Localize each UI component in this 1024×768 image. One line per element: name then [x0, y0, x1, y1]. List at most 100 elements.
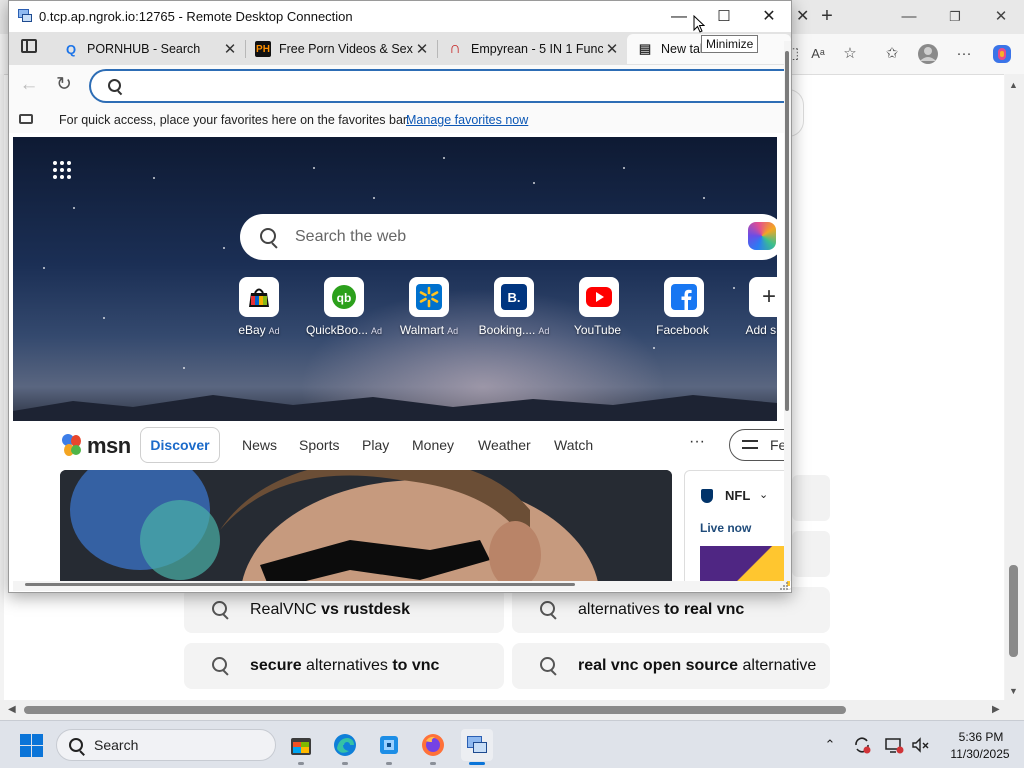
- nav-weather[interactable]: Weather: [478, 437, 531, 453]
- quick-link-ebay[interactable]: eBay Ad: [219, 277, 299, 337]
- quick-link-label: Facebook: [656, 323, 709, 337]
- top-story-image[interactable]: [60, 470, 672, 590]
- apps-grid-icon[interactable]: [53, 161, 71, 179]
- rdp-minimize-button[interactable]: —: [661, 5, 697, 29]
- chevron-up-icon[interactable]: ⌃: [820, 735, 840, 755]
- search-suggestion[interactable]: alternatives to real vnc: [512, 587, 830, 633]
- favorites-icon[interactable]: ✩: [880, 43, 904, 65]
- back-arrow-icon[interactable]: ←: [19, 75, 39, 95]
- svg-text:qb: qb: [337, 291, 352, 305]
- feed-settings-button[interactable]: Fe: [729, 429, 791, 461]
- remote-vertical-scroll-thumb[interactable]: [785, 51, 789, 411]
- quick-link-facebook[interactable]: Facebook: [644, 277, 724, 337]
- clock-time[interactable]: 5:36 PM: [946, 730, 1016, 744]
- taskbar-app-teamviewer[interactable]: [373, 729, 405, 761]
- scroll-down-arrow-icon[interactable]: ▼: [1009, 686, 1018, 696]
- copilot-icon[interactable]: [748, 222, 776, 250]
- sync-icon[interactable]: [852, 735, 872, 755]
- address-input[interactable]: [131, 75, 771, 97]
- outer-horizontal-scroll-thumb[interactable]: [24, 706, 846, 714]
- new-tab-button[interactable]: +: [814, 4, 840, 30]
- taskbar-app-store[interactable]: [285, 729, 317, 761]
- remote-desktop-window[interactable]: 0.tcp.ap.ngrok.io:12765 - Remote Desktop…: [8, 0, 792, 593]
- read-aloud-icon[interactable]: Aᵃ: [806, 43, 830, 65]
- close-icon[interactable]: ✕: [413, 40, 431, 58]
- more-options-icon[interactable]: ···: [689, 433, 705, 451]
- ph-logo-icon: PH: [255, 41, 271, 57]
- rdp-close-button[interactable]: ✕: [751, 5, 787, 29]
- tab-label: Empyrean - 5 IN 1 Functional: [471, 42, 603, 56]
- refresh-icon[interactable]: ↻: [54, 75, 74, 95]
- outer-close-button[interactable]: ✕: [986, 6, 1016, 28]
- rdp-maximize-button[interactable]: ☐: [706, 5, 742, 29]
- scroll-left-arrow-icon[interactable]: ◀: [8, 704, 16, 715]
- remote-horizontal-scroll-thumb[interactable]: [25, 583, 575, 586]
- copilot-icon[interactable]: [990, 43, 1014, 65]
- address-bar[interactable]: [89, 69, 789, 103]
- booking-icon: B.: [494, 277, 534, 317]
- scroll-right-arrow-icon[interactable]: ▶: [992, 704, 1000, 715]
- quick-link-label: Booking....: [478, 323, 536, 337]
- display-icon[interactable]: [884, 735, 904, 755]
- close-icon[interactable]: ✕: [796, 6, 809, 26]
- web-search-input[interactable]: [295, 226, 735, 248]
- taskbar-indicator: [298, 762, 304, 765]
- live-now-label: Live now: [700, 521, 752, 535]
- avatar[interactable]: [916, 43, 940, 65]
- more-icon[interactable]: ···: [952, 43, 976, 65]
- taskbar-app-edge[interactable]: [329, 729, 361, 761]
- msn-logo[interactable]: msn: [61, 433, 131, 458]
- search-suggestion[interactable]: real vnc open source alternative: [512, 643, 830, 689]
- start-button[interactable]: [20, 734, 43, 757]
- team-logo-thumbnail[interactable]: [700, 546, 790, 586]
- volume-muted-icon[interactable]: [910, 735, 930, 755]
- search-suggestion[interactable]: secure alternatives to vnc: [184, 643, 504, 689]
- quick-link-walmart[interactable]: Walmart Ad: [389, 277, 469, 337]
- quick-link-quickbooks[interactable]: qb QuickBoo... Ad: [304, 277, 384, 337]
- tab-actions-icon[interactable]: [21, 39, 37, 53]
- tab-label: PORNHUB - Search: [87, 42, 201, 56]
- taskbar-app-remote-desktop[interactable]: [461, 729, 493, 761]
- clock-date[interactable]: 11/30/2025: [942, 747, 1018, 761]
- filter-icon: [742, 438, 758, 452]
- web-search-box[interactable]: [240, 214, 777, 260]
- quick-link-youtube[interactable]: YouTube: [559, 277, 639, 337]
- quick-link-label: Add sho: [745, 323, 777, 337]
- mouse-cursor-icon: [693, 15, 705, 33]
- nav-news[interactable]: News: [242, 437, 277, 453]
- outer-minimize-button[interactable]: —: [894, 6, 924, 28]
- news-photo: [60, 470, 672, 590]
- quick-link-booking[interactable]: B. Booking.... Ad: [474, 277, 554, 337]
- star-icon[interactable]: ☆: [838, 43, 862, 65]
- taskbar-app-firefox[interactable]: [417, 729, 449, 761]
- ad-label: Ad: [538, 326, 550, 336]
- scroll-up-arrow-icon[interactable]: ▲: [1009, 80, 1018, 90]
- nav-play[interactable]: Play: [362, 437, 389, 453]
- taskbar-search[interactable]: Search: [56, 729, 276, 761]
- nav-watch[interactable]: Watch: [554, 437, 593, 453]
- outer-vertical-scroll-thumb[interactable]: [1009, 565, 1018, 657]
- suggestion-card[interactable]: [792, 475, 830, 521]
- league-selector[interactable]: NFL: [725, 488, 750, 503]
- add-shortcut-button[interactable]: + Add sho: [729, 277, 777, 337]
- resize-grip-icon[interactable]: [779, 581, 789, 591]
- quick-link-label: Walmart: [399, 323, 445, 337]
- newtab-icon: ▤: [638, 41, 652, 56]
- suggestion-card[interactable]: [792, 531, 830, 577]
- tab-free-porn-videos[interactable]: PH Free Porn Videos & Sex Movies ✕: [245, 34, 437, 64]
- tab-empyrean[interactable]: ∩ Empyrean - 5 IN 1 Functional ✕: [437, 34, 627, 64]
- nav-money[interactable]: Money: [412, 437, 454, 453]
- tab-discover[interactable]: Discover: [140, 427, 220, 463]
- quick-link-label: eBay: [238, 323, 266, 337]
- search-suggestion[interactable]: RealVNC vs rustdesk: [184, 587, 504, 633]
- close-icon[interactable]: ✕: [603, 40, 621, 58]
- manage-favorites-link[interactable]: Manage favorites now: [406, 113, 528, 127]
- outer-restore-button[interactable]: ❐: [940, 6, 970, 28]
- puzzle-app-icon: [380, 736, 398, 754]
- rdp-title-bar[interactable]: 0.tcp.ap.ngrok.io:12765 - Remote Desktop…: [9, 1, 791, 32]
- chevron-down-icon[interactable]: ⌄: [759, 488, 768, 501]
- close-icon[interactable]: ✕: [221, 40, 239, 58]
- nav-sports[interactable]: Sports: [299, 437, 339, 453]
- sports-side-card[interactable]: NFL ⌄ Live now: [684, 470, 791, 590]
- tab-pornhub-search[interactable]: Q PORNHUB - Search ✕: [53, 34, 245, 64]
